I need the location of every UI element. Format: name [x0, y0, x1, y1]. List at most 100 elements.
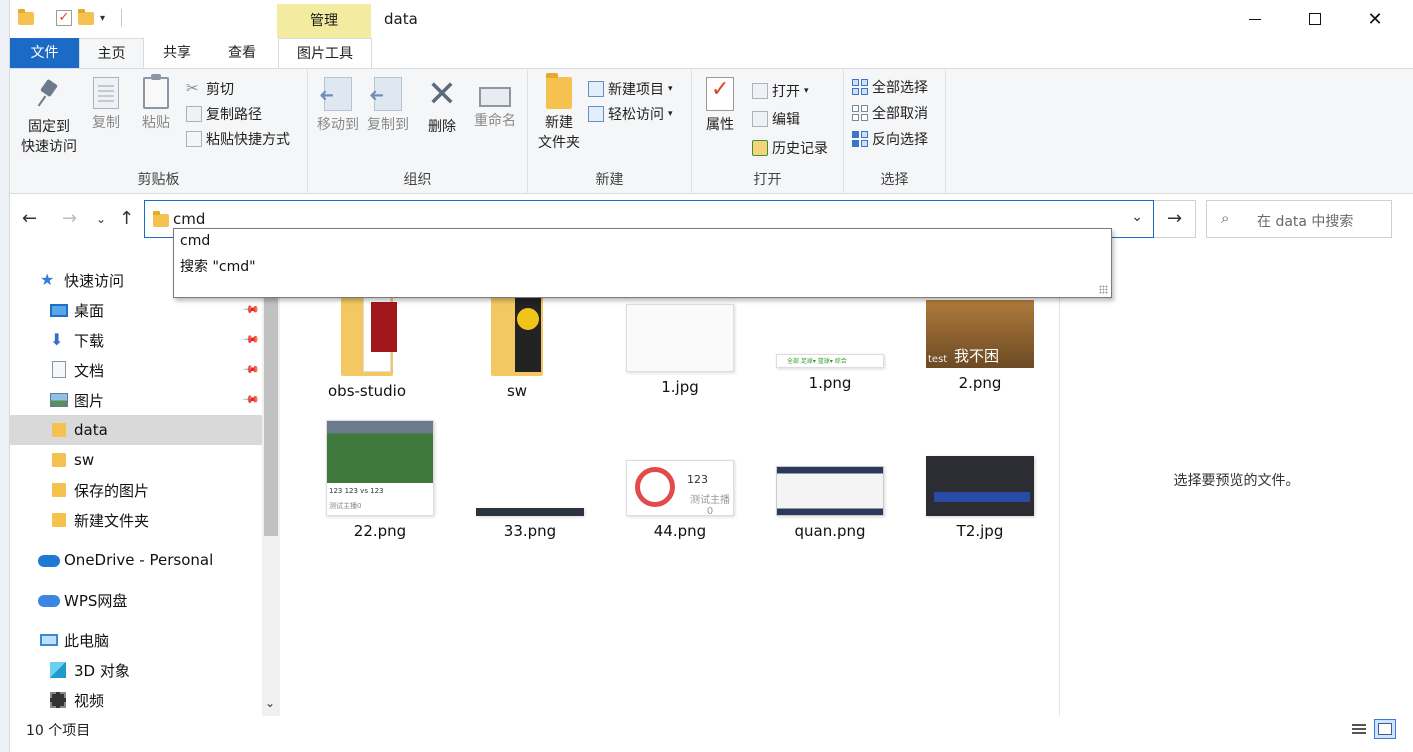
- go-button[interactable]: →: [1154, 200, 1196, 238]
- file-tile-obs-studio[interactable]: obs-studio: [292, 296, 442, 400]
- copy-path-button[interactable]: 复制路径: [186, 102, 262, 126]
- computer-icon: [40, 634, 58, 646]
- select-all-button[interactable]: 全部选择: [852, 75, 928, 99]
- tab-share[interactable]: 共享: [144, 38, 210, 68]
- autocomplete-option-search[interactable]: 搜索 "cmd": [180, 256, 256, 276]
- cut-button[interactable]: 剪切: [186, 77, 234, 101]
- back-arrow-icon[interactable]: ←: [22, 208, 37, 229]
- file-tile-1-jpg[interactable]: 1.jpg: [605, 304, 755, 396]
- nav-item-new-folder[interactable]: 新建文件夹: [10, 505, 262, 535]
- recent-locations-chevron-icon[interactable]: ⌄: [96, 212, 106, 226]
- status-bar: 10 个项目: [10, 716, 1413, 745]
- rename-button[interactable]: 重命名: [468, 77, 522, 131]
- nav-item-saved-pictures[interactable]: 保存的图片: [10, 475, 262, 505]
- select-all-label: 全部选择: [872, 80, 928, 96]
- tab-picture-tools[interactable]: 图片工具: [278, 38, 372, 68]
- invert-selection-button[interactable]: 反向选择: [852, 127, 928, 151]
- nav-item-label: 下载: [74, 331, 105, 350]
- nav-item-sw[interactable]: sw: [10, 445, 262, 475]
- nav-item-this-pc[interactable]: 此电脑: [10, 625, 262, 655]
- new-item-icon: [588, 81, 604, 97]
- scrollbar-thumb[interactable]: [264, 266, 278, 536]
- pin-label: 固定到 快速访问: [21, 119, 77, 155]
- paste-shortcut-button[interactable]: 粘贴快捷方式: [186, 127, 290, 151]
- select-none-button[interactable]: 全部取消: [852, 101, 928, 125]
- nav-item-onedrive[interactable]: OneDrive - Personal: [10, 545, 262, 575]
- new-folder-icon[interactable]: [78, 8, 94, 25]
- file-explorer-window: ✓ ▾ 管理 data ✕ 文件 主页 共享 查看 图片工具 ︿ ? 固定到 快…: [10, 0, 1413, 745]
- up-arrow-icon[interactable]: ↑: [119, 208, 134, 229]
- history-button[interactable]: 历史记录: [752, 136, 828, 160]
- nav-item-label: 图片: [74, 391, 105, 410]
- nav-item-label: 此电脑: [64, 631, 110, 650]
- nav-item-label: 快速访问: [64, 271, 125, 290]
- tab-home[interactable]: 主页: [79, 38, 144, 68]
- new-item-button[interactable]: 新建项目 ▾: [588, 77, 673, 101]
- forward-arrow-icon[interactable]: →: [62, 208, 77, 229]
- image-thumbnail: 123 测试主播0: [626, 460, 734, 517]
- nav-item-wps-drive[interactable]: WPS网盘: [10, 585, 262, 615]
- file-name: 2.png: [958, 374, 1002, 392]
- maximize-button[interactable]: [1287, 0, 1343, 38]
- nav-item-desktop[interactable]: 桌面 📌: [10, 295, 262, 325]
- file-tile-sw[interactable]: sw: [442, 296, 592, 400]
- easy-access-chevron-down-icon: ▾: [668, 109, 673, 119]
- nav-item-documents[interactable]: 文档 📌: [10, 355, 262, 385]
- copy-to-button[interactable]: 复制到: [364, 77, 412, 135]
- autocomplete-option[interactable]: cmd: [180, 233, 210, 249]
- edit-button[interactable]: 编辑: [752, 107, 800, 131]
- tab-view[interactable]: 查看: [210, 38, 274, 68]
- file-name: T2.jpg: [956, 522, 1004, 540]
- minimize-button[interactable]: [1227, 0, 1283, 38]
- resize-grip-icon[interactable]: [1099, 285, 1108, 294]
- file-name: 44.png: [653, 522, 707, 540]
- easy-access-button[interactable]: 轻松访问 ▾: [588, 102, 673, 126]
- tab-manage[interactable]: 管理: [277, 4, 371, 38]
- paste-button[interactable]: 粘贴: [134, 74, 178, 133]
- open-label: 打开: [772, 84, 800, 100]
- file-tile-22-png[interactable]: 123 123 vs 123 测试主播0 22.png: [305, 420, 455, 540]
- nav-pane-scrollbar[interactable]: ▲ ⌄: [262, 244, 280, 716]
- nav-item-data[interactable]: data: [10, 415, 262, 445]
- properties-checkbox-icon[interactable]: ✓: [56, 10, 72, 26]
- details-view-button[interactable]: [1348, 719, 1370, 739]
- new-folder-button[interactable]: 新建 文件夹: [534, 73, 584, 153]
- properties-button[interactable]: 属性: [700, 77, 740, 135]
- move-to-icon: [324, 77, 352, 111]
- nav-item-downloads[interactable]: ⬇ 下载 📌: [10, 325, 262, 355]
- file-tile-quan-png[interactable]: quan.png: [755, 466, 905, 540]
- delete-button[interactable]: ✕ 删除: [420, 77, 464, 137]
- address-chevron-down-icon[interactable]: ⌄: [1131, 209, 1143, 225]
- search-input[interactable]: ⌕ 在 data 中搜索: [1206, 200, 1392, 238]
- close-icon: ✕: [1367, 8, 1383, 30]
- file-tile-1-png[interactable]: 1.png: [755, 354, 905, 392]
- download-icon: ⬇: [50, 330, 64, 349]
- file-tile-44-png[interactable]: 123 测试主播0 44.png: [605, 460, 755, 540]
- select-none-label: 全部取消: [872, 106, 928, 122]
- nav-item-videos[interactable]: 视频: [10, 685, 262, 715]
- nav-item-label: 新建文件夹: [74, 511, 150, 530]
- thumbnail-corner-text: test: [928, 354, 948, 365]
- open-button[interactable]: 打开 ▾: [752, 79, 809, 103]
- file-tile-33-png[interactable]: 33.png: [455, 508, 605, 540]
- large-icons-view-button[interactable]: [1374, 719, 1396, 739]
- tab-file[interactable]: 文件: [10, 38, 79, 68]
- file-tile-t2-jpg[interactable]: T2.jpg: [905, 456, 1055, 540]
- nav-item-3d-objects[interactable]: 3D 对象: [10, 655, 262, 685]
- address-input-value[interactable]: cmd: [173, 210, 205, 228]
- ribbon-tabs: 文件 主页 共享 查看 图片工具 ︿ ?: [10, 38, 1413, 101]
- move-to-button[interactable]: 移动到: [314, 77, 362, 135]
- image-thumbnail: [476, 508, 584, 516]
- customize-qat-chevron-down-icon[interactable]: ▾: [100, 13, 105, 24]
- file-tile-2-png[interactable]: test 我不困 2.png: [905, 300, 1055, 392]
- history-label: 历史记录: [772, 141, 828, 157]
- nav-item-pictures[interactable]: 图片 📌: [10, 385, 262, 415]
- nav-item-label: sw: [74, 451, 95, 469]
- pin-to-quick-access-button[interactable]: 固定到 快速访问: [16, 77, 82, 157]
- properties-label: 属性: [706, 117, 734, 133]
- copy-button[interactable]: 复制: [84, 77, 128, 133]
- wps-cloud-icon: [38, 595, 60, 607]
- easy-access-label: 轻松访问: [608, 107, 664, 123]
- close-button[interactable]: ✕: [1347, 0, 1403, 38]
- scroll-down-icon[interactable]: ⌄: [265, 696, 275, 710]
